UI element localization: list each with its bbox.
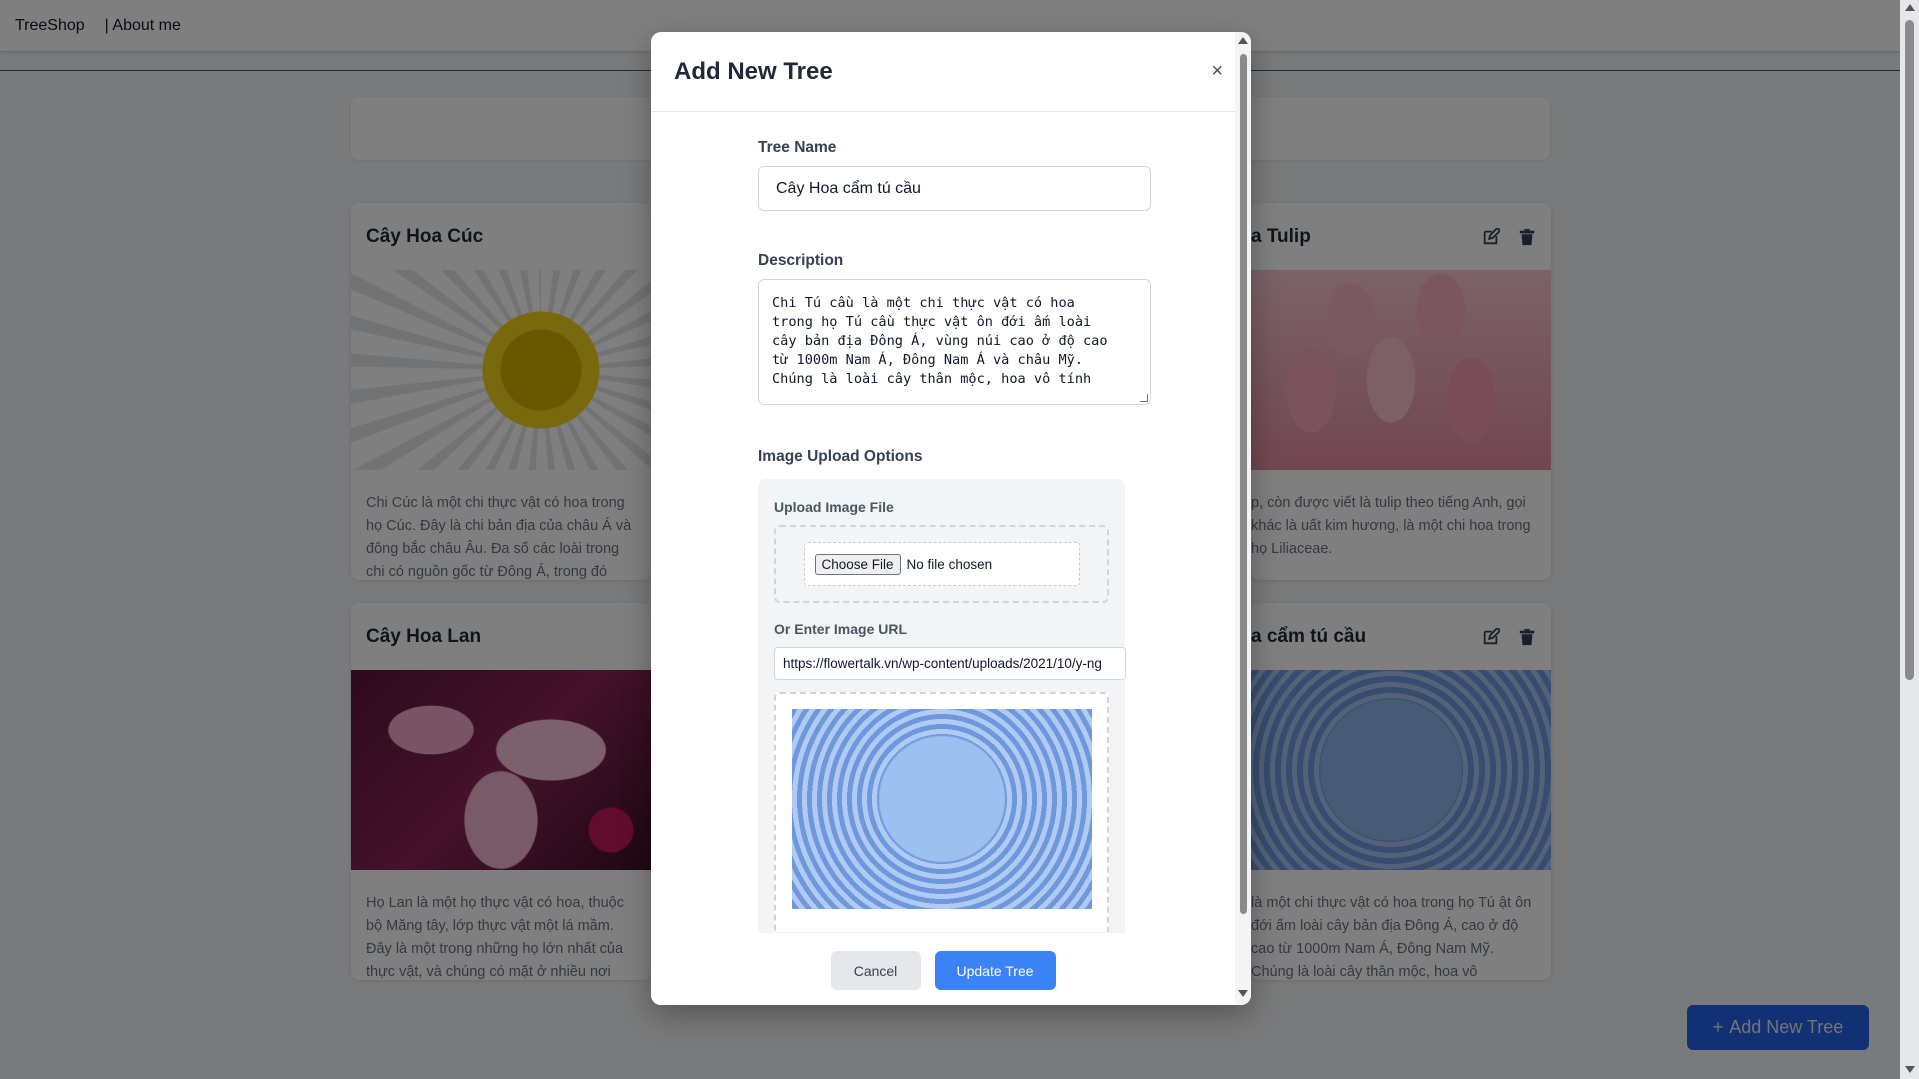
cancel-button[interactable]: Cancel	[830, 951, 921, 990]
resize-handle-icon[interactable]	[1140, 394, 1148, 402]
description-textarea[interactable]: Chi Tú cầu là một chi thực vật có hoa tr…	[758, 279, 1151, 405]
modal-scrollbar-thumb[interactable]	[1240, 54, 1247, 914]
file-input[interactable]: Choose File No file chosen	[803, 542, 1080, 586]
modal-footer: Cancel Update Tree	[651, 933, 1235, 1005]
scrollbar-thumb[interactable]	[1905, 20, 1914, 680]
modal-scroll-up-icon[interactable]	[1238, 37, 1248, 44]
add-tree-modal: Add New Tree × Tree Name Cây Hoa cẩm tú …	[651, 32, 1251, 1005]
update-tree-button[interactable]: Update Tree	[934, 951, 1056, 990]
modal-scrollbar[interactable]	[1235, 32, 1251, 1005]
scroll-up-icon[interactable]	[1905, 4, 1915, 11]
no-file-text: No file chosen	[906, 556, 993, 572]
image-url-label: Or Enter Image URL	[774, 621, 908, 637]
modal-header: Add New Tree ×	[651, 32, 1251, 112]
image-upload-panel: Upload Image File Choose File No file ch…	[758, 479, 1126, 933]
scroll-down-icon[interactable]	[1905, 1066, 1915, 1073]
tree-name-input[interactable]: Cây Hoa cẩm tú cầu	[758, 166, 1151, 211]
modal-title: Add New Tree	[674, 57, 833, 85]
file-drop-zone[interactable]: Choose File No file chosen	[774, 525, 1109, 603]
description-text: Chi Tú cầu là một chi thực vật có hoa tr…	[772, 295, 1108, 387]
modal-scroll-down-icon[interactable]	[1238, 990, 1248, 997]
choose-file-button[interactable]: Choose File	[814, 553, 901, 575]
image-preview-frame	[774, 692, 1109, 932]
image-upload-options-label: Image Upload Options	[758, 448, 923, 465]
image-preview	[792, 709, 1092, 909]
image-url-input[interactable]: https://flowertalk.vn/wp-content/uploads…	[774, 647, 1126, 680]
close-icon[interactable]: ×	[1211, 60, 1223, 83]
modal-body: Tree Name Cây Hoa cẩm tú cầu Description…	[651, 113, 1235, 933]
upload-image-file-label: Upload Image File	[774, 499, 894, 515]
page-scrollbar[interactable]	[1900, 0, 1919, 1079]
description-label: Description	[758, 252, 844, 269]
tree-name-label: Tree Name	[758, 139, 837, 156]
